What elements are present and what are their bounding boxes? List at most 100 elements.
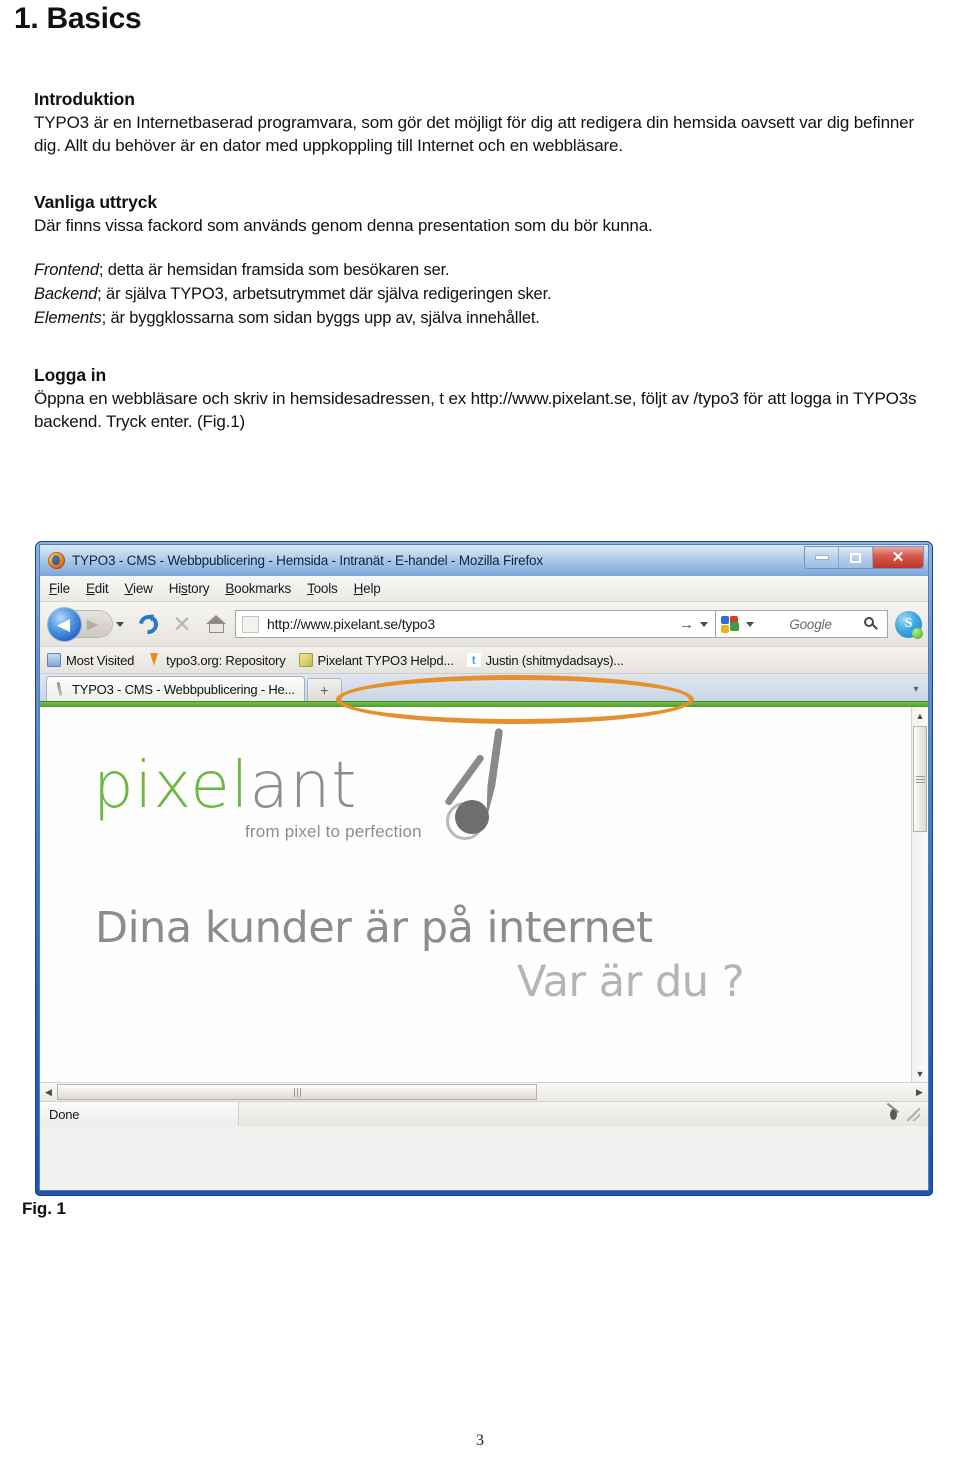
browser-titlebar: TYPO3 - CMS - Webbpublicering - Hemsida … <box>40 545 928 576</box>
firefox-icon <box>48 551 65 569</box>
horizontal-scrollbar-thumb[interactable] <box>57 1084 537 1100</box>
term-definition: ; är byggklossarna som sidan byggs upp a… <box>101 308 540 327</box>
search-engine-dropdown[interactable] <box>743 621 757 627</box>
back-button[interactable]: ◀ <box>48 607 81 641</box>
triangle-left-icon[interactable]: ◀ <box>40 1087 57 1098</box>
most-visited-icon <box>47 653 61 667</box>
address-bar[interactable]: http://www.pixelant.se/typo3 → <box>235 610 716 638</box>
search-bar[interactable]: Google <box>716 610 888 638</box>
reload-button[interactable] <box>133 609 163 639</box>
home-button[interactable] <box>201 609 231 639</box>
menu-mnemonic: F <box>49 581 58 596</box>
browser-viewport: pixelant from pixel to perfection Dina k… <box>40 707 928 1082</box>
menu-item-edit[interactable]: Edit <box>86 581 109 596</box>
close-button[interactable]: ✕ <box>873 547 923 568</box>
reload-icon <box>134 610 162 638</box>
resize-grip-icon[interactable] <box>907 1107 920 1121</box>
menu-item-label: dit <box>94 581 109 596</box>
triangle-up-icon[interactable]: ▲ <box>912 707 928 724</box>
menu-item-history[interactable]: History <box>169 581 210 596</box>
scrollbar-grip <box>915 775 925 783</box>
chevron-down-icon <box>700 621 708 627</box>
home-icon <box>205 615 227 633</box>
bookmark-justin-twitter[interactable]: t Justin (shitmydadsays)... <box>466 652 624 668</box>
section-paragraph-logga-in: Öppna en webbläsare och skriv in hemside… <box>34 389 917 431</box>
page-number: 3 <box>476 1432 484 1449</box>
menu-item-label: iew <box>133 581 153 596</box>
tab-strip: TYPO3 - CMS - Webbpublicering - He... + … <box>40 674 928 701</box>
logo-tagline: from pixel to perfection <box>245 822 422 841</box>
menu-mnemonic: H <box>353 581 364 596</box>
firebug-icon[interactable] <box>885 1106 901 1122</box>
menu-item-bookmarks[interactable]: Bookmarks <box>225 581 291 596</box>
scrollbar-grip <box>293 1087 301 1097</box>
menu-item-label: ookmarks <box>234 581 292 596</box>
minimize-button[interactable] <box>805 547 839 568</box>
webpage-content: pixelant from pixel to perfection Dina k… <box>40 707 911 1082</box>
maximize-icon <box>850 552 861 563</box>
horizontal-scrollbar-track[interactable] <box>57 1084 911 1100</box>
menu-item-label: ools <box>313 581 338 596</box>
horizontal-scrollbar[interactable]: ◀ ▶ <box>40 1082 928 1101</box>
menu-mnemonic: B <box>225 581 235 596</box>
term-definition: ; är själva TYPO3, arbetsutrymmet där sj… <box>97 284 552 303</box>
bookmark-label: Most Visited <box>66 652 135 668</box>
minimize-icon <box>815 556 828 559</box>
stop-icon: ✕ <box>172 610 192 637</box>
menu-item-label: ile <box>57 581 70 596</box>
menu-item-help[interactable]: Help <box>354 581 381 596</box>
section-heading-introduktion: Introduktion <box>34 89 135 109</box>
bookmark-typo3-repository[interactable]: typo3.org: Repository <box>147 653 286 668</box>
triangle-right-icon[interactable]: ▶ <box>911 1087 928 1098</box>
vertical-scrollbar-thumb[interactable] <box>913 726 927 832</box>
close-icon: ✕ <box>891 549 905 566</box>
section-heading-vanliga-uttryck: Vanliga uttryck <box>34 192 157 213</box>
browser-window-frame: TYPO3 - CMS - Webbpublicering - Hemsida … <box>35 541 933 1196</box>
browser-screenshot-figure: TYPO3 - CMS - Webbpublicering - Hemsida … <box>35 541 933 1196</box>
address-bar-url: http://www.pixelant.se/typo3 <box>267 616 435 632</box>
window-controls: ✕ <box>804 546 924 569</box>
term-name: Elements <box>34 308 102 327</box>
browser-window: TYPO3 - CMS - Webbpublicering - Hemsida … <box>39 544 929 1191</box>
term-item-backend: Backend; är själva TYPO3, arbetsutrymmet… <box>34 283 920 307</box>
menu-item-file[interactable]: File <box>49 581 70 596</box>
skype-icon[interactable]: S <box>895 610 923 639</box>
history-dropdown-button[interactable] <box>113 621 127 627</box>
bookmarks-toolbar: Most Visited typo3.org: Repository Pixel… <box>40 647 928 674</box>
stop-button[interactable]: ✕ <box>167 609 197 639</box>
chevron-down-icon <box>116 621 124 627</box>
term-item-elements: Elements; är byggklossarna som sidan byg… <box>34 307 920 331</box>
triangle-down-icon[interactable]: ▼ <box>912 1065 928 1082</box>
menu-item-tools[interactable]: Tools <box>307 581 338 596</box>
search-input[interactable]: Google <box>757 617 864 632</box>
webpage-headline-primary: Dina kunder är på internet <box>95 903 653 953</box>
term-name: Frontend <box>34 261 99 280</box>
bookmark-label: Justin (shitmydadsays)... <box>485 652 624 668</box>
chevron-right-icon[interactable]: ▾ <box>908 680 924 698</box>
section-heading-logga-in: Logga in <box>34 365 107 386</box>
maximize-button[interactable] <box>839 547 873 568</box>
bookmark-pixelant-helpdesk[interactable]: Pixelant TYPO3 Helpd... <box>298 653 454 668</box>
menu-item-view[interactable]: View <box>124 581 152 596</box>
webpage-headline-secondary: Var är du ? <box>517 957 745 1007</box>
page-title: 1. Basics <box>14 2 142 35</box>
section-paragraph-introduktion: TYPO3 är en Internetbaserad programvara,… <box>34 113 914 155</box>
go-arrow-icon[interactable]: → <box>673 616 700 633</box>
document-body: Introduktion TYPO3 är en Internetbaserad… <box>34 88 920 434</box>
vertical-scrollbar[interactable]: ▲ ▼ <box>911 707 928 1082</box>
tab-favicon <box>54 682 66 696</box>
search-icon[interactable] <box>864 616 879 632</box>
tab-typo3-cms[interactable]: TYPO3 - CMS - Webbpublicering - He... <box>46 676 305 701</box>
back-arrow-icon: ◀ <box>56 614 71 634</box>
forward-arrow-icon: ▶ <box>86 616 99 633</box>
browser-statusbar: Done <box>40 1101 928 1126</box>
typo3-icon <box>147 653 161 667</box>
new-tab-button[interactable]: + <box>306 678 342 701</box>
tab-label: TYPO3 - CMS - Webbpublicering - He... <box>72 681 295 697</box>
ant-body <box>455 800 489 834</box>
address-dropdown-button[interactable] <box>700 621 711 627</box>
bookmark-most-visited[interactable]: Most Visited <box>47 653 134 668</box>
